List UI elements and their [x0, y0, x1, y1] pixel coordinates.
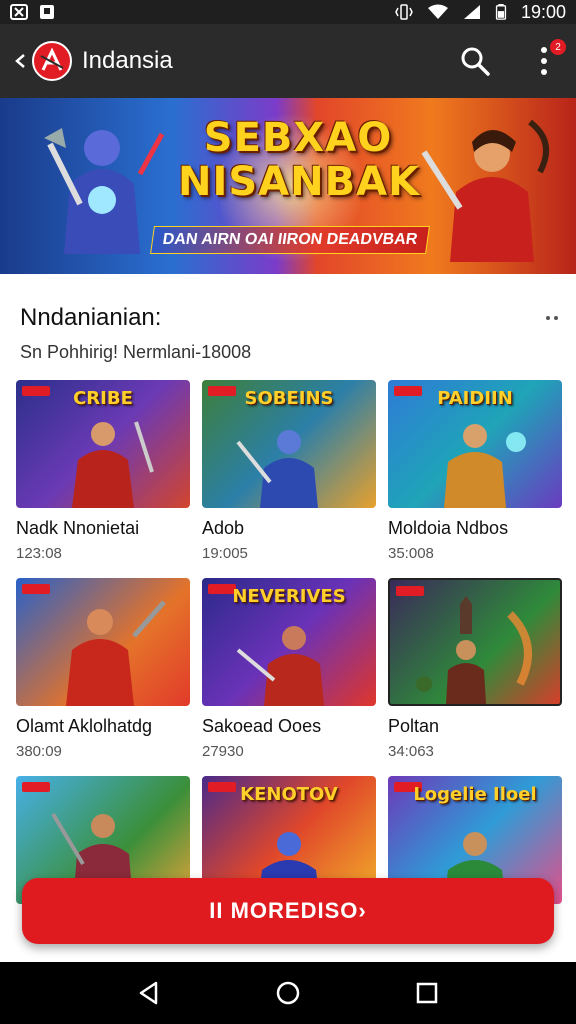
system-nav-bar	[0, 962, 576, 1024]
game-card[interactable]: Poltan 34:063	[388, 578, 562, 776]
game-card[interactable]	[16, 776, 190, 974]
tag-badge	[22, 782, 50, 792]
game-meta: 27930	[202, 743, 244, 760]
game-thumbnail: SOBEINS	[202, 380, 376, 508]
game-title: Nadk Nnonietai	[16, 518, 140, 538]
recents-square-icon	[416, 982, 437, 1004]
game-meta: 34:063	[388, 743, 434, 760]
game-meta: 380:09	[16, 743, 62, 760]
search-icon	[461, 47, 490, 76]
home-circle-icon	[276, 981, 300, 1005]
game-card[interactable]: NEVERIVES Sakoead Ooes 27930	[202, 578, 376, 776]
more-games-button[interactable]: II MOREDISO›	[22, 878, 554, 944]
back-triangle-icon	[140, 981, 158, 1005]
nav-back-button[interactable]	[134, 978, 164, 1008]
banner-subtitle: DAN AIRN OAI IIRON DEADVBAR	[150, 226, 430, 254]
nav-home-button[interactable]	[273, 978, 303, 1008]
game-logo-text: Logelie Iloel	[413, 784, 537, 805]
game-meta: 35:008	[388, 545, 434, 562]
game-hero-illustration	[416, 596, 532, 704]
app-logo-icon	[32, 41, 72, 81]
section-title: Nndanianian:	[20, 304, 162, 331]
notification-x-icon	[10, 4, 28, 20]
game-thumbnail	[388, 578, 562, 706]
game-logo-text: NEVERIVES	[232, 586, 346, 607]
banner-hero-right-illustration	[421, 119, 550, 262]
status-bar: 19:00	[0, 0, 576, 24]
game-thumbnail: NEVERIVES	[202, 578, 376, 706]
game-thumbnail: CRIBE	[16, 380, 190, 508]
banner-title: SEBXAO NISANBAK	[178, 115, 421, 205]
status-time: 19:00	[520, 1, 566, 22]
game-logo-text: SOBEINS	[244, 388, 334, 409]
notification-image-icon	[40, 5, 54, 19]
back-arrow-icon[interactable]	[12, 49, 30, 73]
game-hero-illustration	[72, 421, 154, 508]
game-logo-text: PAIDIIN	[437, 388, 513, 409]
game-thumbnail: PAIDIIN	[388, 380, 562, 508]
vibrate-icon	[395, 4, 413, 20]
game-title: Adob	[202, 518, 245, 538]
battery-icon	[495, 4, 507, 20]
game-hero-illustration	[66, 600, 166, 706]
wifi-icon	[427, 4, 448, 19]
game-card[interactable]: Logelie Iloel	[388, 776, 562, 974]
more-vert-icon	[541, 47, 547, 53]
game-logo-text: KENOTOV	[240, 784, 338, 805]
game-card[interactable]: KENOTOV	[202, 776, 376, 974]
section-more-icon[interactable]	[546, 316, 560, 322]
game-hero-illustration	[236, 626, 324, 706]
game-title: Olamt Aklolhatdg	[16, 716, 153, 736]
promo-banner[interactable]: SEBXAO NISANBAK DAN AIRN OAI IIRON DEADV…	[0, 98, 576, 274]
game-card[interactable]: Olamt Aklolhatdg 380:09	[16, 578, 190, 776]
tag-badge	[22, 584, 50, 594]
game-card[interactable]: SOBEINS Adob 19:005	[202, 380, 376, 578]
app-title: Indansia	[82, 47, 173, 74]
game-thumbnail	[16, 578, 190, 706]
game-meta: 19:005	[202, 545, 248, 562]
game-title: Poltan	[388, 716, 440, 736]
section-subtitle: Sn Pohhirig! Nermlani-18008	[20, 342, 252, 362]
game-hero-illustration	[236, 430, 318, 508]
more-options-button[interactable]: 2	[532, 39, 566, 81]
games-section-header: Nndanianian: Sn Pohhirig! Nermlani-18008	[20, 304, 560, 363]
game-title: Moldoia Ndbos	[388, 518, 509, 538]
search-button[interactable]	[458, 44, 492, 78]
nav-recents-button[interactable]	[412, 978, 442, 1008]
app-bar: Indansia 2	[0, 24, 576, 98]
game-meta: 123:08	[16, 545, 62, 562]
game-card[interactable]: PAIDIIN Moldoia Ndbos 35:008	[388, 380, 562, 578]
game-hero-illustration	[444, 424, 526, 508]
game-card[interactable]: CRIBE Nadk Nnonietai 123:08	[16, 380, 190, 578]
notification-badge: 2	[550, 39, 566, 55]
signal-icon	[463, 5, 480, 19]
game-title: Sakoead Ooes	[202, 716, 322, 736]
game-logo-text: CRIBE	[73, 388, 133, 409]
